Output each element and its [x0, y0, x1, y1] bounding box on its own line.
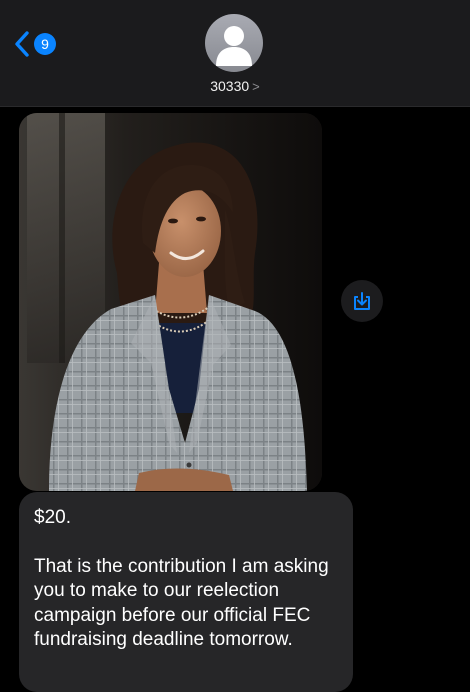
person-silhouette-icon — [216, 26, 252, 66]
portrait-photo — [19, 113, 322, 491]
back-button[interactable]: 9 — [14, 28, 56, 60]
save-to-photos-icon — [354, 292, 370, 310]
message-bubble[interactable]: $20. That is the contribution I am askin… — [19, 492, 353, 692]
contact-avatar[interactable] — [205, 14, 263, 72]
contact-name-button[interactable]: 30330 > — [0, 78, 470, 94]
save-image-button[interactable] — [341, 280, 383, 322]
chevron-left-icon — [15, 31, 29, 57]
conversation-header: 9 30330 > — [0, 0, 470, 107]
chevron-right-icon: > — [252, 79, 260, 94]
message-image[interactable] — [19, 113, 322, 491]
message-text-body: That is the contribution I am asking you… — [34, 555, 329, 651]
contact-name: 30330 — [210, 78, 250, 94]
message-text-amount: $20. — [34, 507, 71, 528]
unread-count-badge: 9 — [34, 33, 56, 55]
